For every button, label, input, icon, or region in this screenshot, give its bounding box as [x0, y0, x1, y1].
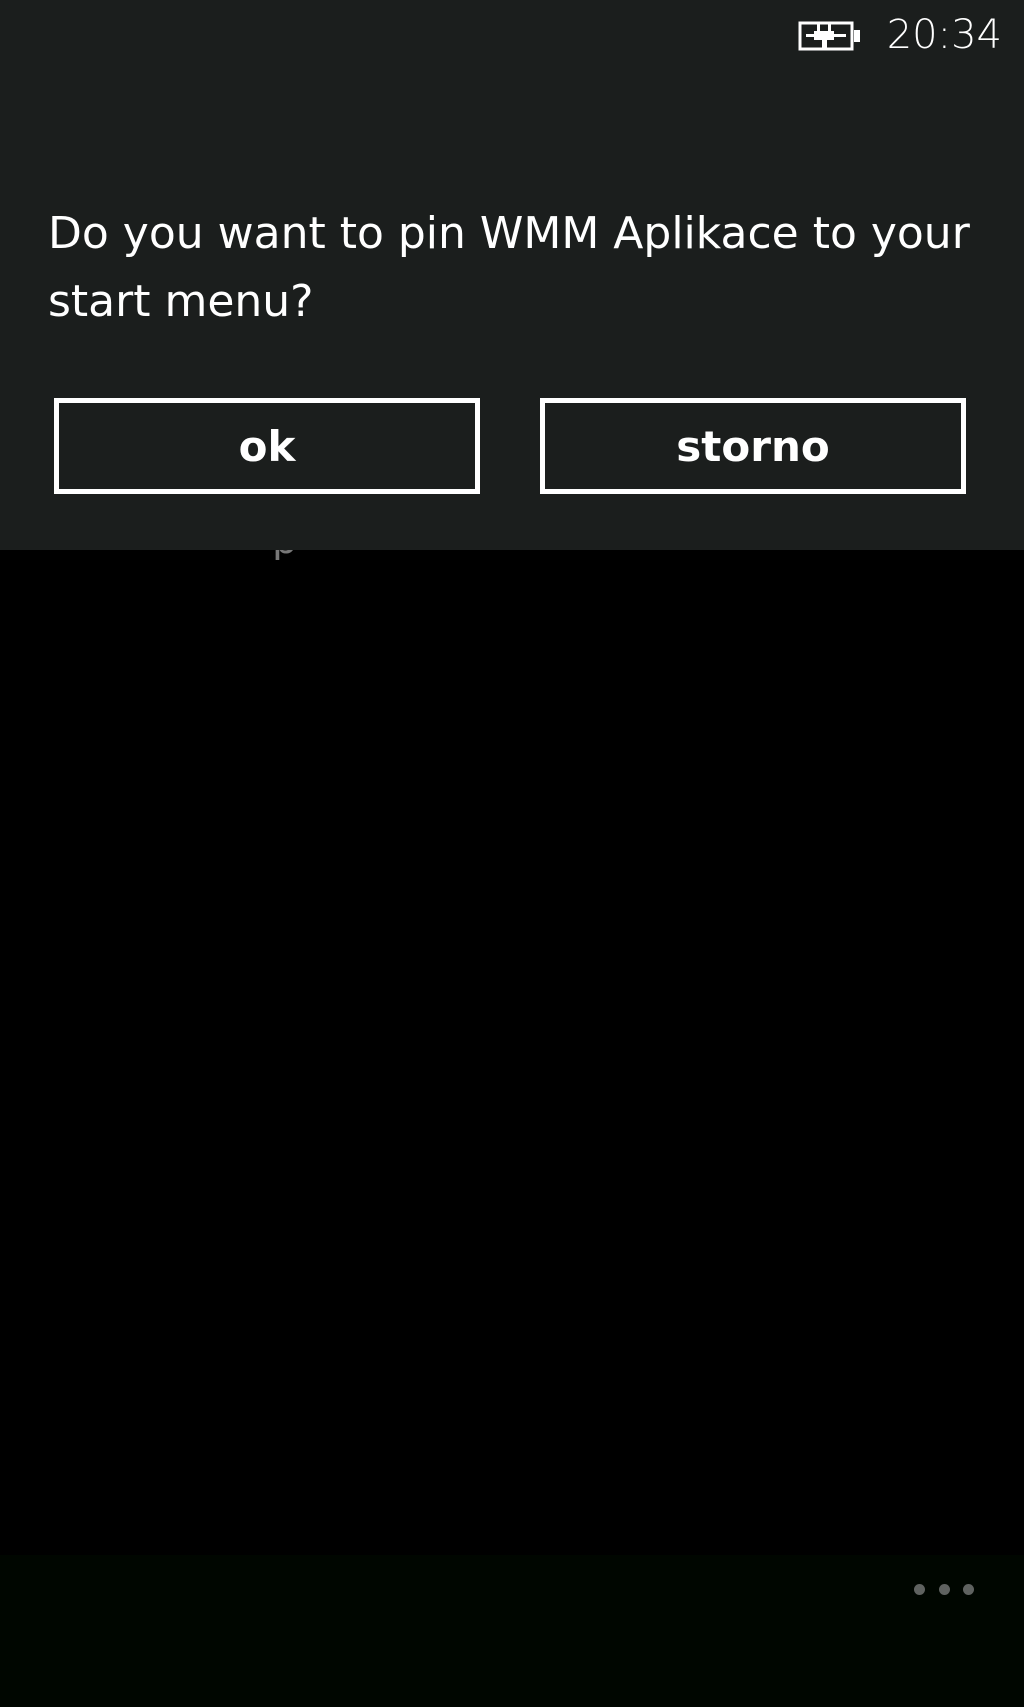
more-ellipsis-icon[interactable] — [914, 1579, 974, 1599]
status-clock: 20:34 — [886, 12, 1002, 58]
ellipsis-dot — [914, 1583, 925, 1595]
phone-screen: p 20:34 Do you want to pin WMM Aplikace … — [0, 0, 1024, 1707]
battery-charging-icon — [798, 21, 860, 51]
status-bar: 20:34 — [0, 0, 1024, 70]
application-bar — [0, 1555, 1024, 1707]
ok-button[interactable]: ok — [54, 398, 480, 494]
ellipsis-dot — [963, 1583, 974, 1595]
dialog-message: Do you want to pin WMM Aplikace to your … — [48, 208, 970, 327]
ellipsis-dot — [938, 1583, 950, 1595]
pin-dialog: 20:34 Do you want to pin WMM Aplikace to… — [0, 0, 1024, 550]
cancel-button[interactable]: storno — [540, 398, 966, 494]
